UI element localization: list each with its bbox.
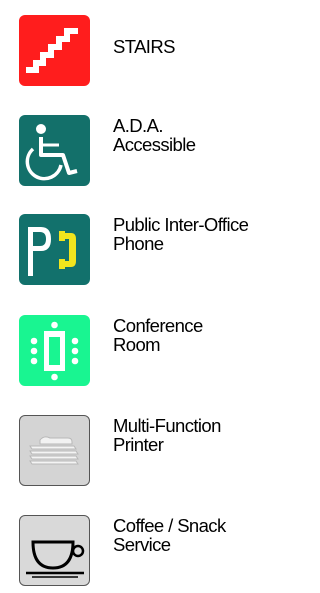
legend: STAIRS A.D.A. Accessible Public Inter-Of… [0,0,311,593]
ada-label: A.D.A. Accessible [113,115,196,155]
printer-icon [19,415,90,486]
stairs-icon [19,15,90,86]
conference-room-icon [19,315,90,386]
legend-item-coffee: Coffee / Snack Service [0,515,311,587]
legend-item-stairs: STAIRS [0,15,311,87]
coffee-cup-icon [19,515,90,586]
stairs-label: STAIRS [113,36,175,57]
phone-label: Public Inter-Office Phone [113,214,249,254]
legend-item-conference: Conference Room [0,315,311,387]
legend-item-phone: Public Inter-Office Phone [0,214,311,286]
printer-label: Multi-Function Printer [113,415,221,455]
public-phone-icon [19,214,90,285]
legend-item-ada: A.D.A. Accessible [0,115,311,187]
conference-label: Conference Room [113,315,203,355]
coffee-label: Coffee / Snack Service [113,515,226,555]
wheelchair-icon [19,115,90,186]
legend-item-printer: Multi-Function Printer [0,415,311,487]
